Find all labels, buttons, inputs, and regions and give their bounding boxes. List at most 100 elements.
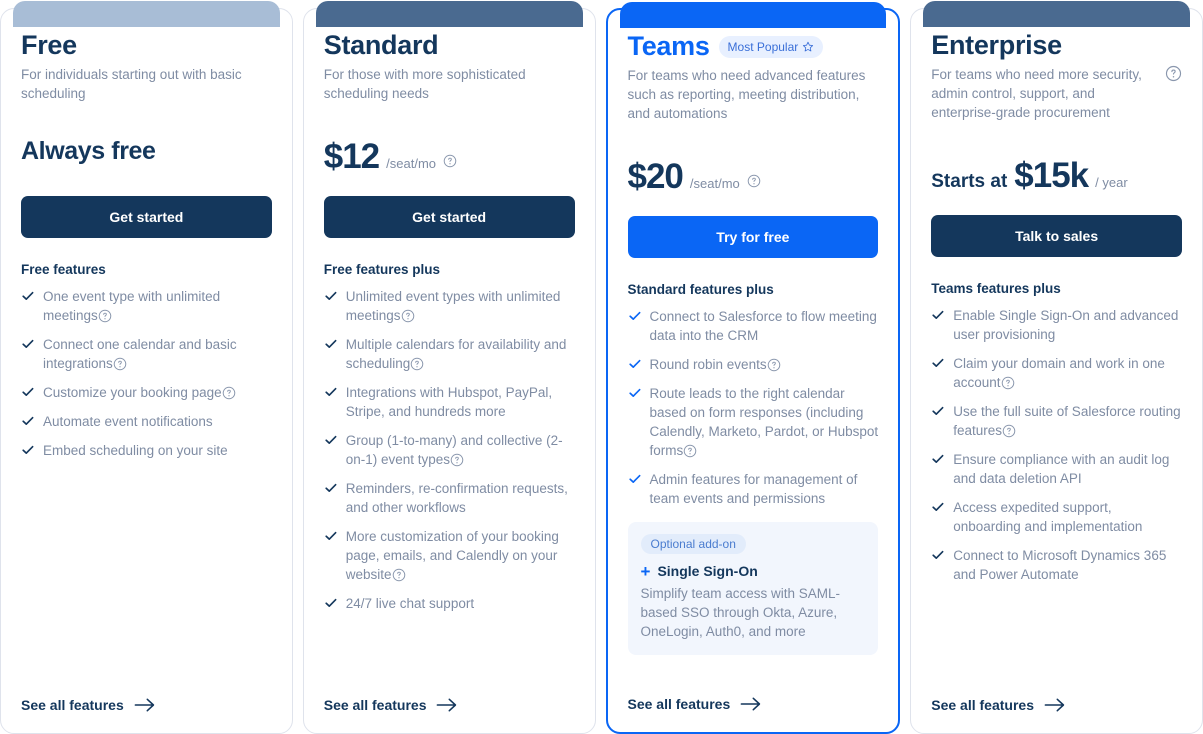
help-circle-icon[interactable] [683,444,697,458]
help-circle-icon[interactable] [410,357,424,371]
feature-label: Unlimited event types with unlimited mee… [345,288,561,323]
plan-card-enterprise: Enterprise For teams who need more securi… [910,1,1203,734]
feature-label: Embed scheduling on your site [43,442,228,458]
help-circle-icon[interactable] [222,386,236,400]
cta-button-teams[interactable]: Try for free [627,215,879,258]
help-circle-icon[interactable] [98,309,112,323]
check-icon [324,481,338,495]
feature-item: More customization of your booking page,… [324,527,575,584]
help-circle-icon[interactable] [747,174,761,188]
feature-item: 24/7 live chat support [324,594,575,613]
feature-item: Enable Single Sign-On and advanced user … [931,306,1182,344]
check-icon [21,337,35,351]
plan-card-body: Teams Most Popular For teams who need adva… [627,31,879,732]
feature-text-wrap: Multiple calendars for availability and … [346,335,575,373]
cta-button-standard[interactable]: Get started [323,195,575,238]
help-circle-icon[interactable] [767,358,781,372]
help-circle-icon[interactable] [113,357,127,371]
feature-text-wrap: Unlimited event types with unlimited mee… [346,287,575,325]
check-icon [931,308,945,322]
plan-price: $12/seat/mo [324,121,457,177]
plan-accent-bar [13,1,280,27]
see-all-features-label: See all features [323,697,427,713]
plan-accent-bar [923,1,1190,27]
feature-item: Access expedited support, onboarding and… [931,498,1182,536]
card-footer: See all features [628,680,879,732]
help-circle-icon[interactable] [1001,376,1015,390]
feature-label: Use the full suite of Salesforce routing… [953,403,1181,438]
plan-description-row: For individuals starting out with basic … [21,65,272,103]
feature-item: Reminders, re-confirmation requests, and… [324,479,575,517]
plan-name: Standard [323,30,439,60]
help-circle-icon[interactable] [392,568,406,582]
plan-title-row: Enterprise [931,30,1182,61]
star-outline-icon [802,41,814,53]
help-circle-icon[interactable] [1002,424,1016,438]
plan-description-row: For teams who need more security, admin … [931,65,1182,122]
feature-label: One event type with unlimited meetings [43,288,221,323]
help-circle-icon[interactable] [401,309,415,323]
arrow-right-icon [436,697,458,713]
feature-text-wrap: One event type with unlimited meetings [43,287,272,325]
card-footer: See all features [931,681,1182,733]
see-all-features-link[interactable]: See all features [21,697,156,713]
plan-accent-bar [619,2,887,28]
plan-card-body: Standard For those with more sophisticate… [323,30,575,733]
help-circle-icon[interactable] [450,453,464,467]
feature-item: Connect one calendar and basic integrati… [21,335,272,373]
addon-title: Single Sign-On [657,563,758,580]
features-heading: Free features [21,261,106,277]
plan-accent-bar [315,1,583,27]
feature-label: Reminders, re-confirmation requests, and… [345,480,568,515]
check-icon [628,309,642,323]
card-footer: See all features [21,681,272,733]
features-heading: Free features plus [323,261,441,277]
feature-label: Customize your booking page [43,384,222,400]
price-unit: / year [1095,174,1128,190]
check-icon [931,356,945,370]
price-amount: $20 [627,156,684,196]
feature-text-wrap: Use the full suite of Salesforce routing… [953,402,1182,440]
see-all-features-link[interactable]: See all features [324,697,459,713]
plan-title-row: Teams Most Popular [627,31,879,62]
check-icon [324,385,338,399]
help-circle-icon[interactable] [443,154,457,168]
feature-text-wrap: Ensure compliance with an audit log and … [953,450,1182,488]
plan-price: Always free [21,121,156,177]
feature-label: Admin features for management of team ev… [649,471,858,506]
plan-description: For those with more sophisticated schedu… [323,66,526,101]
see-all-features-link[interactable]: See all features [628,696,763,712]
feature-label: Integrations with Hubspot, PayPal, Strip… [345,384,553,419]
cta-button-enterprise[interactable]: Talk to sales [931,214,1182,257]
features-list: One event type with unlimited meetings Co… [21,287,272,460]
feature-label: Enable Single Sign-On and advanced user … [953,307,1179,342]
feature-text-wrap: Embed scheduling on your site [43,441,228,460]
check-icon [931,404,945,418]
arrow-right-icon [134,697,156,713]
price-free-label: Always free [21,136,156,165]
check-icon [21,443,35,457]
feature-item: Claim your domain and work in one accoun… [931,354,1182,392]
check-icon [931,500,945,514]
plan-price-area: Always free [21,103,272,177]
cta-button-free[interactable]: Get started [21,195,272,238]
plan-description-row: For teams who need advanced features suc… [628,66,879,123]
plus-icon: + [640,561,651,581]
help-circle-icon[interactable] [1165,65,1182,82]
feature-item: Connect to Salesforce to flow meeting da… [628,307,879,345]
check-icon [931,452,945,466]
feature-text-wrap: Route leads to the right calendar based … [650,384,879,460]
price-amount: $15k [1014,155,1089,195]
plan-name: Teams [627,31,710,61]
see-all-features-link[interactable]: See all features [931,697,1066,713]
plan-price: $20/seat/mo [628,141,761,197]
see-all-features-label: See all features [931,697,1034,713]
plan-card-standard: Standard For those with more sophisticate… [302,1,596,734]
arrow-right-icon [1044,697,1066,713]
feature-item: Round robin events [628,355,879,374]
feature-label: Ensure compliance with an audit log and … [953,451,1170,486]
check-icon [628,472,642,486]
feature-item: Use the full suite of Salesforce routing… [931,402,1182,440]
plan-description: For teams who need more security, admin … [931,66,1142,120]
feature-label: Round robin events [649,356,767,372]
